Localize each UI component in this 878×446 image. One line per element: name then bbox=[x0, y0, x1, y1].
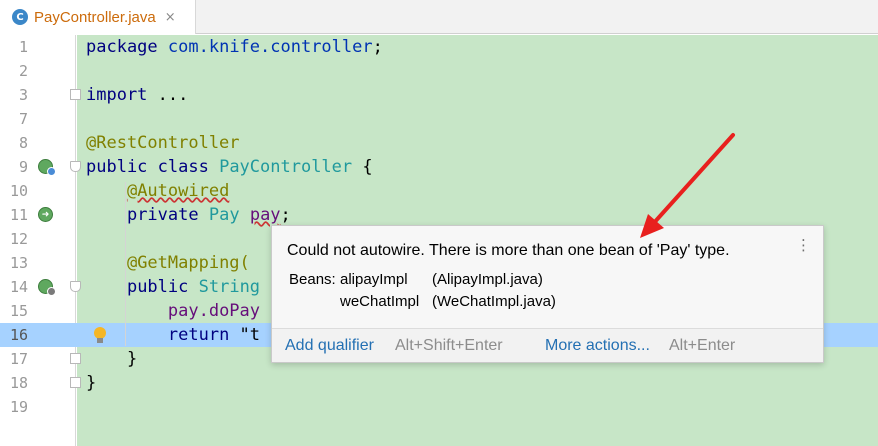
annotation: @GetMapping( bbox=[126, 253, 250, 273]
punctuation: { bbox=[352, 157, 373, 177]
code-line[interactable]: import ... bbox=[86, 83, 188, 107]
line-number: 16 bbox=[9, 326, 28, 344]
field-identifier[interactable]: pay bbox=[250, 205, 281, 225]
line-number: 7 bbox=[18, 110, 28, 128]
beans-list: Beans: alipayImpl (AlipayImpl.java) weChat… bbox=[289, 269, 556, 313]
line-number: 17 bbox=[9, 350, 28, 368]
keyword: private bbox=[126, 205, 199, 225]
line-number: 14 bbox=[9, 278, 28, 296]
keyword: public class bbox=[86, 157, 209, 177]
code-line[interactable]: @RestController bbox=[86, 131, 240, 155]
line-number: 11 bbox=[9, 206, 28, 224]
annotation: @RestController bbox=[86, 133, 240, 153]
package-name: com.knife.controller bbox=[167, 37, 373, 57]
type-name: String bbox=[198, 277, 261, 297]
punctuation: } bbox=[126, 349, 138, 369]
popup-actions: Add qualifier Alt+Shift+Enter More actio… bbox=[272, 328, 823, 362]
method-call: pay.doPay bbox=[167, 301, 261, 321]
line-number: 3 bbox=[18, 86, 28, 104]
type-name: Pay bbox=[208, 205, 240, 225]
line-number: 2 bbox=[18, 62, 28, 80]
line-number: 18 bbox=[9, 374, 28, 392]
code-line[interactable]: package com.knife.controller; bbox=[86, 35, 383, 59]
code-line[interactable]: private Pay pay; bbox=[86, 203, 291, 227]
fold-marker[interactable] bbox=[70, 281, 81, 292]
line-number: 15 bbox=[9, 302, 28, 320]
code-line[interactable]: } bbox=[86, 371, 96, 395]
code-line[interactable]: public String bbox=[86, 275, 260, 299]
code-line[interactable]: @GetMapping( bbox=[86, 251, 250, 275]
keyword: public bbox=[126, 277, 189, 297]
keyword: import bbox=[86, 85, 148, 105]
line-number: 1 bbox=[18, 38, 28, 56]
class-name: PayController bbox=[219, 157, 353, 177]
folded-imports[interactable]: ... bbox=[147, 85, 189, 105]
web-endpoint-icon[interactable] bbox=[38, 279, 56, 296]
bean-file: (WeChatImpl.java) bbox=[432, 293, 556, 310]
string-literal: "t bbox=[229, 325, 261, 345]
fold-marker[interactable] bbox=[70, 161, 81, 172]
navigate-autowired-icon[interactable]: ➜ bbox=[38, 207, 53, 222]
list-item: Beans: alipayImpl (AlipayImpl.java) bbox=[289, 269, 556, 291]
close-icon[interactable]: × bbox=[165, 10, 176, 25]
code-line[interactable]: @Autowired bbox=[86, 179, 229, 203]
punctuation: ; bbox=[372, 37, 383, 57]
tab-label: PayController.java bbox=[34, 8, 156, 26]
line-number: 9 bbox=[18, 158, 28, 176]
popup-message: Could not autowire. There is more than o… bbox=[287, 242, 730, 259]
code-line[interactable]: public class PayController { bbox=[86, 155, 373, 179]
more-actions-link[interactable]: More actions... bbox=[545, 337, 650, 355]
code-line[interactable]: pay.doPay bbox=[86, 299, 260, 323]
bean-file: (AlipayImpl.java) bbox=[432, 271, 543, 288]
line-number: 13 bbox=[9, 254, 28, 272]
spring-bean-icon[interactable] bbox=[38, 159, 56, 176]
annotation: @Autowired bbox=[126, 181, 230, 201]
line-number: 8 bbox=[18, 134, 28, 152]
add-qualifier-link[interactable]: Add qualifier bbox=[285, 337, 374, 355]
bean-name[interactable]: weChatImpl bbox=[340, 291, 432, 313]
code-line[interactable]: return "t bbox=[86, 323, 260, 347]
beans-label: Beans: bbox=[289, 271, 336, 288]
list-item: weChatImpl (WeChatImpl.java) bbox=[289, 291, 556, 313]
editor-tab-bar: C PayController.java × bbox=[0, 0, 878, 34]
line-number: 10 bbox=[9, 182, 28, 200]
java-class-icon: C bbox=[12, 9, 28, 25]
fold-marker[interactable] bbox=[70, 353, 81, 364]
bean-name[interactable]: alipayImpl bbox=[340, 269, 432, 291]
shortcut-hint: Alt+Shift+Enter bbox=[395, 337, 503, 354]
fold-marker[interactable] bbox=[70, 377, 81, 388]
line-number: 19 bbox=[9, 398, 28, 416]
punctuation: ; bbox=[280, 205, 291, 225]
keyword: return bbox=[167, 325, 230, 345]
inspection-popup: Could not autowire. There is more than o… bbox=[271, 225, 824, 363]
shortcut-hint: Alt+Enter bbox=[669, 337, 736, 354]
more-options-icon[interactable]: ⋮ bbox=[796, 238, 811, 253]
keyword: package bbox=[86, 37, 158, 57]
fold-marker[interactable] bbox=[70, 89, 81, 100]
punctuation: } bbox=[86, 373, 97, 393]
code-line[interactable]: } bbox=[86, 347, 137, 371]
line-number: 12 bbox=[9, 230, 28, 248]
tab-paycontroller[interactable]: C PayController.java × bbox=[0, 0, 196, 34]
